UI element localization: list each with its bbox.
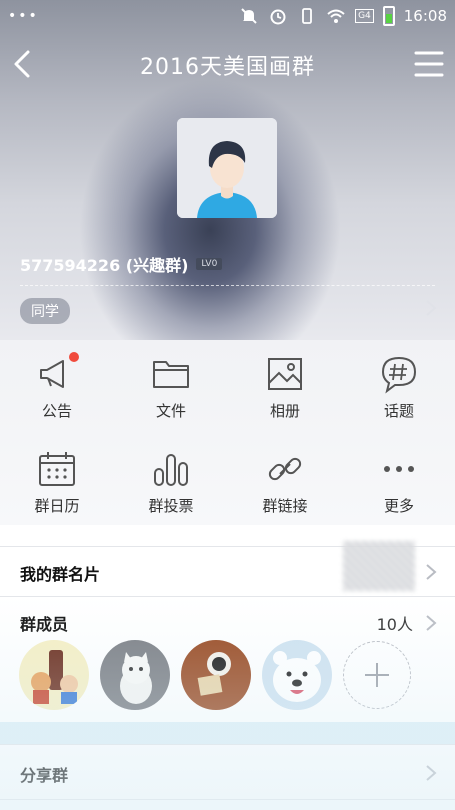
feature-label: 文件 [155, 402, 186, 420]
member-avatar[interactable] [100, 640, 170, 710]
menu-button[interactable] [413, 48, 445, 80]
feature-calendar[interactable]: 群日历 [0, 435, 114, 525]
feature-grid: 公告 文件 相册 话题 群日历 群投票 群链接 更多 [0, 340, 455, 525]
section-gap [0, 722, 455, 744]
feature-label: 相册 [269, 402, 300, 420]
feature-announcement[interactable]: 公告 [0, 340, 114, 430]
feature-more[interactable]: 更多 [342, 435, 455, 525]
battery-icon [382, 6, 395, 26]
page-title: 2016天美国画群 [140, 55, 315, 80]
feature-label: 更多 [383, 497, 414, 515]
screen: ••• G4 16:08 2016天美国画群 577594226 (兴趣群) L… [0, 0, 455, 810]
feature-topic[interactable]: 话题 [342, 340, 455, 430]
wifi-icon [326, 6, 346, 26]
vibrate-icon [297, 6, 317, 26]
signal-icon: G4 [355, 9, 374, 23]
member-avatar[interactable] [262, 640, 332, 710]
chevron-right-icon [423, 613, 439, 633]
calendar-icon [37, 449, 77, 489]
my-group-card-row[interactable]: 我的群名片 [0, 541, 455, 596]
member-avatars [19, 640, 411, 710]
mute-icon [239, 6, 259, 26]
feature-label: 群投票 [148, 497, 194, 515]
feature-label: 群日历 [34, 497, 80, 515]
clock: 16:08 [403, 7, 447, 25]
feature-label: 群链接 [262, 497, 308, 515]
group-avatar[interactable] [177, 118, 277, 218]
megaphone-icon [37, 352, 79, 394]
feature-vote[interactable]: 群投票 [114, 435, 228, 525]
more-dots-icon: ••• [8, 8, 39, 24]
status-bar: ••• G4 16:08 [0, 0, 455, 32]
hashtag-icon [379, 354, 419, 394]
folder-icon [151, 354, 191, 394]
feature-album[interactable]: 相册 [228, 340, 342, 430]
members-row[interactable]: 群成员 10人 [0, 596, 455, 722]
group-name-text: 577594226 (兴趣群) [20, 256, 189, 275]
plus-icon [365, 663, 389, 687]
feature-link[interactable]: 群链接 [228, 435, 342, 525]
add-member-button[interactable] [343, 641, 411, 709]
title-bar: 2016天美国画群 [0, 32, 455, 94]
notification-dot [69, 352, 79, 362]
feature-files[interactable]: 文件 [114, 340, 228, 430]
person-avatar-icon [177, 118, 277, 218]
chevron-right-icon [423, 763, 439, 783]
group-name: 577594226 (兴趣群) LV0 [20, 252, 223, 276]
blurred-nickname [343, 541, 415, 591]
chart-icon [151, 449, 191, 489]
member-avatar[interactable] [181, 640, 251, 710]
my-card-label: 我的群名片 [20, 565, 101, 584]
image-icon [265, 354, 305, 394]
members-label: 群成员 [20, 615, 69, 634]
level-badge: LV0 [196, 258, 223, 270]
feature-label: 话题 [383, 402, 414, 420]
feature-label: 公告 [41, 402, 72, 420]
group-tag[interactable]: 同学 [20, 298, 70, 324]
divider [20, 285, 435, 286]
chevron-right-icon [423, 562, 439, 582]
more-icon [379, 449, 419, 489]
chevron-right-icon[interactable] [423, 298, 439, 318]
alarm-icon [268, 6, 288, 26]
share-group-row[interactable]: 分享群 [0, 744, 455, 800]
link-icon [265, 449, 305, 489]
hamburger-icon [414, 51, 444, 77]
member-avatar[interactable] [19, 640, 89, 710]
member-count: 10人 [376, 615, 413, 634]
share-label: 分享群 [20, 766, 69, 785]
